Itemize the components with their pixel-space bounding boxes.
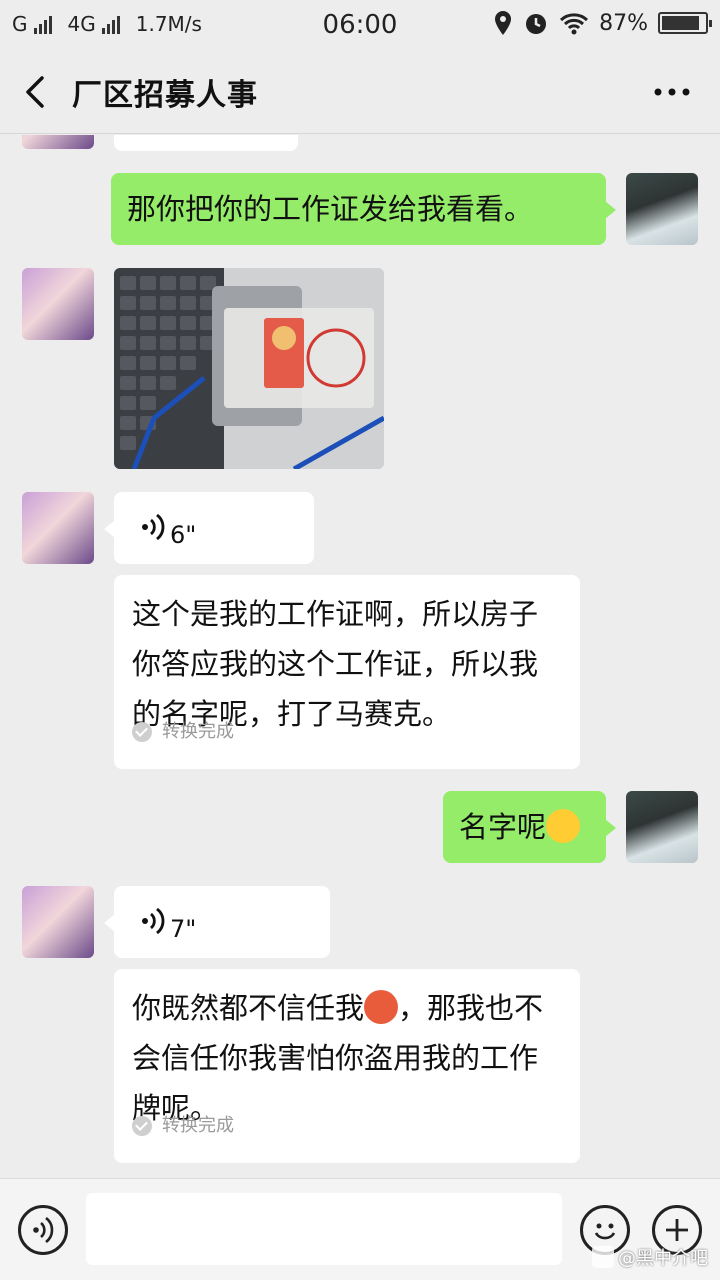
sent-message-bubble[interactable]: 名字呢 [443, 791, 616, 863]
status-right: 87% [493, 10, 712, 36]
my-avatar[interactable] [626, 173, 698, 245]
wifi-icon [560, 13, 589, 35]
work-badge-photo [114, 268, 384, 469]
transcript-bubble[interactable]: 这个是我的工作证啊，所以房子你答应我的这个工作证，所以我的名字呢，打了马赛克。 … [114, 575, 580, 769]
previous-message-bubble[interactable] [114, 135, 298, 151]
angry-face-emoji-icon [364, 990, 399, 1024]
message-text: 名字呢 [459, 810, 547, 844]
voice-wave-icon [33, 1216, 54, 1244]
image-message[interactable] [114, 268, 384, 469]
transcript-text-part: 你既然都不信任我 [132, 991, 365, 1025]
check-icon [132, 1116, 152, 1136]
voice-wave-icon [142, 513, 165, 541]
chat-header: 厂区招募人事 [0, 52, 720, 134]
status-bar: G 4G 1.7M/s 06:00 87% [0, 0, 720, 52]
transcript-status-label: 转换完成 [162, 1115, 234, 1136]
watermark: @黑中介吧 [592, 1244, 708, 1270]
contact-avatar[interactable] [22, 135, 94, 149]
voice-message-bubble[interactable]: 7" [104, 886, 330, 958]
watermark-text: @黑中介吧 [618, 1248, 708, 1269]
transcript-status-label: 转换完成 [162, 721, 234, 742]
more-dots-icon[interactable] [652, 74, 692, 110]
voice-wave-icon [142, 907, 165, 935]
sent-message-bubble[interactable]: 那你把你的工作证发给我看看。 [111, 173, 616, 245]
input-bar: @黑中介吧 [0, 1178, 720, 1280]
contact-avatar[interactable] [22, 268, 94, 340]
chevron-left-icon[interactable] [18, 72, 58, 112]
transcript-bubble[interactable]: 你既然都不信任我 ，那我也不会信任你我害怕你盗用我的工作牌呢。 转换完成 [114, 969, 580, 1163]
battery-percent: 87% [599, 10, 648, 36]
voice-duration: 7" [170, 915, 197, 943]
contact-avatar[interactable] [22, 492, 94, 564]
battery-icon [658, 12, 712, 34]
transcript-status: 转换完成 [132, 709, 234, 755]
battery-fill [662, 16, 699, 30]
voice-message-bubble[interactable]: 6" [104, 492, 314, 564]
alarm-icon [526, 14, 547, 34]
watermark-logo-icon [592, 1246, 614, 1268]
my-avatar[interactable] [626, 791, 698, 863]
contact-avatar[interactable] [22, 886, 94, 958]
voice-input-button[interactable] [18, 1205, 68, 1255]
location-icon [495, 11, 512, 35]
chat-title: 厂区招募人事 [72, 78, 258, 113]
voice-duration: 6" [170, 521, 197, 549]
crying-laughing-emoji-icon [546, 809, 581, 843]
transcript-status: 转换完成 [132, 1103, 234, 1149]
message-text: 那你把你的工作证发给我看看。 [127, 192, 534, 226]
message-list[interactable]: 那你把你的工作证发给我看看。 6" 这个是我的工作证啊，所以房子你答应我的这个工… [0, 135, 720, 1178]
message-input[interactable] [86, 1193, 562, 1265]
check-icon [132, 722, 152, 742]
